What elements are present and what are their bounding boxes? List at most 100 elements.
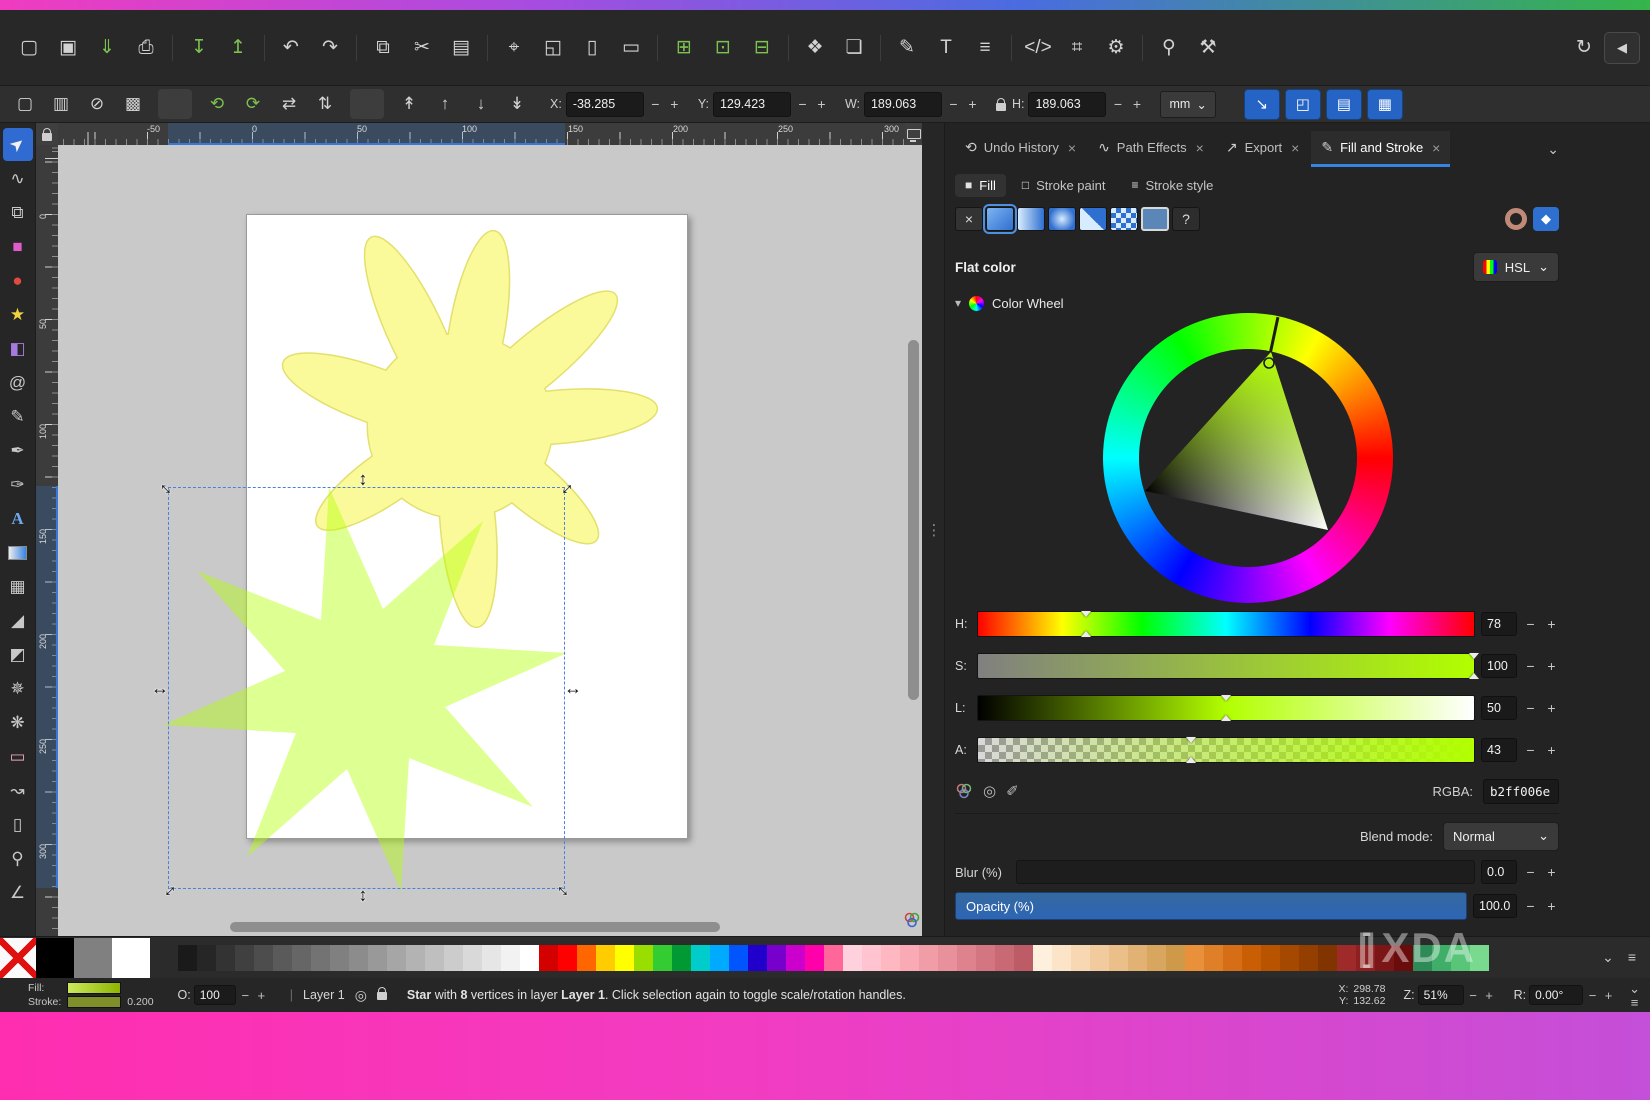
palette-swatch[interactable] [1280,945,1299,971]
palette-swatch[interactable] [387,945,406,971]
dock-tab-overflow-button[interactable]: ⌄ [1547,141,1559,158]
vertical-ruler[interactable]: 050100150200250300 [36,145,58,936]
tab-export[interactable]: ↗ Export × [1216,131,1310,167]
opacity-slider[interactable]: Opacity (%) [955,892,1467,920]
y-decrement-button[interactable]: − [795,92,810,117]
object-opacity-input[interactable]: 100 [194,985,236,1005]
palette-swatch[interactable] [1071,945,1090,971]
units-dropdown[interactable]: mm ⌄ [1160,91,1215,118]
palette-swatch[interactable] [596,945,615,971]
lightness-slider[interactable] [977,695,1475,721]
s-increment-button[interactable]: + [1544,654,1559,679]
deselect-button[interactable]: ⊘ [80,89,114,119]
lower-to-bottom-button[interactable]: ↡ [500,89,534,119]
collapse-dock-button[interactable]: ◀ [1604,32,1640,64]
separator[interactable] [264,35,265,61]
color-wheel[interactable] [1103,313,1393,603]
spacer[interactable] [1228,30,1564,66]
mesh-gradient-tool[interactable]: ▦ [3,570,33,603]
spiral-tool[interactable]: @ [3,366,33,399]
dock-resize-handle[interactable]: ⋮ [922,123,944,936]
palette-swatch[interactable] [653,945,672,971]
star-tool[interactable]: ★ [3,298,33,331]
statusbar-collapse-button[interactable]: ⌄ [1629,982,1640,995]
import-button[interactable]: ↧ [180,30,218,66]
palette-swatch[interactable] [444,945,463,971]
rgb-wheel-icon[interactable] [955,782,973,800]
align-distribute-button[interactable]: ⌗ [1058,30,1096,66]
palette-swatch[interactable] [292,945,311,971]
a-value-input[interactable]: 43 [1481,738,1517,762]
vertical-scrollbar[interactable] [908,340,919,700]
palette-swatch[interactable] [786,945,805,971]
blur-increment-button[interactable]: + [1544,860,1559,885]
stroke-color-chip[interactable] [67,996,121,1008]
paste-button[interactable]: ▤ [442,30,480,66]
calligraphy-tool[interactable]: ✑ [3,468,33,501]
find-replace-button[interactable]: ⚲ [1150,30,1188,66]
palette-swatch[interactable] [1223,945,1242,971]
shape-builder-tool[interactable]: ⧉ [3,196,33,229]
canvas[interactable] [58,145,922,936]
height-input[interactable]: 189.063 [1028,92,1106,117]
blur-slider[interactable] [1016,860,1475,884]
color-wheel-expander[interactable]: ▾ Color Wheel [955,291,1559,315]
separator[interactable] [1011,35,1012,61]
cut-button[interactable]: ✂ [403,30,441,66]
palette-swatch[interactable] [1147,945,1166,971]
palette-swatch[interactable] [254,945,273,971]
palette-swatch[interactable] [900,945,919,971]
fill-rule-nonzero-button[interactable]: ◆ [1533,207,1559,231]
tab-fill-and-stroke[interactable]: ✎ Fill and Stroke × [1311,131,1450,167]
separator[interactable] [880,35,881,61]
palette-swatch[interactable] [615,945,634,971]
dropper-icon[interactable]: ✐ [1006,782,1019,800]
zoom-page-width-button[interactable]: ▭ [612,30,650,66]
h-decrement-button[interactable]: − [1523,612,1538,637]
create-clone-button[interactable]: ⊡ [704,30,742,66]
a-increment-button[interactable]: + [1544,738,1559,763]
scale-handle-bottom[interactable] [355,886,377,906]
opacity-field-increment[interactable]: + [255,988,268,1003]
ruler-corner-lock[interactable] [36,123,58,145]
move-gradients-toggle[interactable]: ▤ [1326,89,1362,120]
zoom-page-button[interactable]: ▯ [573,30,611,66]
flip-horizontal-button[interactable]: ⇄ [272,89,306,119]
palette-scroll-button[interactable]: ⌄ [1602,949,1614,966]
separator[interactable] [788,35,789,61]
palette-swatch[interactable] [501,945,520,971]
measure-tool[interactable]: ∠ [3,876,33,909]
ellipse-tool[interactable]: ● [3,264,33,297]
color-space-dropdown[interactable]: HSL ⌄ [1473,252,1559,282]
blur-value-input[interactable]: 0.0 [1481,860,1517,884]
palette-swatch[interactable] [74,938,112,978]
palette-swatch[interactable] [558,945,577,971]
paint-pattern-button[interactable] [1110,207,1138,231]
text-tool[interactable]: A [3,502,33,535]
paint-none-button[interactable]: × [955,207,983,231]
opacity-decrement-button[interactable]: − [1523,894,1538,919]
cms-icon[interactable]: ◎ [983,782,996,800]
paint-mesh-gradient-button[interactable] [1079,207,1107,231]
y-input[interactable]: 129.423 [713,92,791,117]
palette-swatch[interactable] [197,945,216,971]
separator[interactable] [350,89,384,119]
fill-rule-evenodd-button[interactable] [1505,208,1527,230]
palette-swatch[interactable] [349,945,368,971]
group-button[interactable]: ❖ [796,30,834,66]
palette-swatch[interactable] [539,945,558,971]
palette-swatch[interactable] [843,945,862,971]
palette-swatch[interactable] [824,945,843,971]
fill-color-chip[interactable] [67,982,121,994]
palette-swatch[interactable] [216,945,235,971]
l-decrement-button[interactable]: − [1523,696,1538,721]
palette-swatch[interactable] [520,945,539,971]
layer-selector[interactable]: Layer 1 [303,988,345,1002]
scale-stroke-toggle[interactable]: ↘ [1244,89,1280,120]
scale-handle-right[interactable] [563,677,583,699]
document-properties-button[interactable]: ⚙ [1097,30,1135,66]
palette-swatch[interactable] [330,945,349,971]
palette-swatch[interactable] [957,945,976,971]
blend-mode-dropdown[interactable]: Normal ⌄ [1443,822,1559,851]
palette-swatch[interactable] [112,938,150,978]
